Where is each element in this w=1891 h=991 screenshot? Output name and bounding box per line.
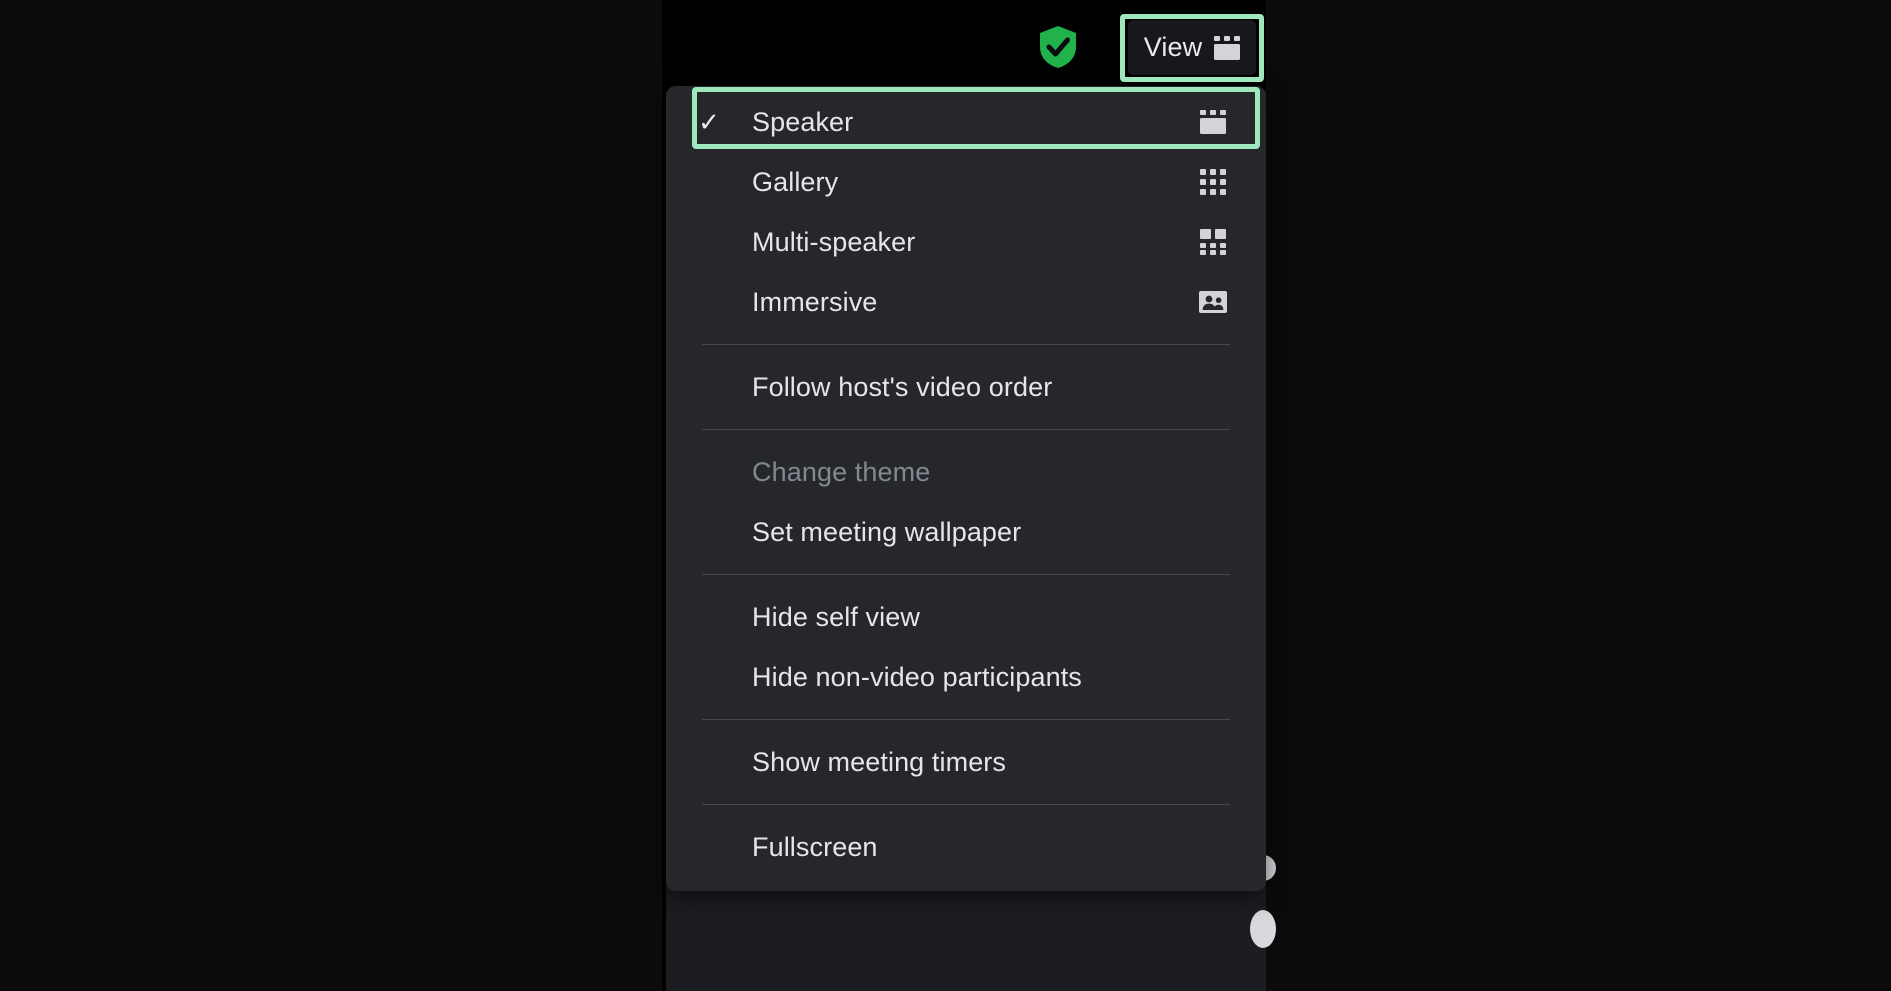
no-icon [1196, 602, 1230, 632]
menu-item-immersive[interactable]: Immersive [666, 272, 1266, 332]
view-button-label: View [1143, 32, 1203, 62]
view-button[interactable]: View [1128, 20, 1256, 75]
menu-item-label: Speaker [752, 106, 854, 137]
menu-item-label: Immersive [752, 286, 878, 317]
menu-item-follow-host-video-order[interactable]: Follow host's video order [666, 357, 1266, 417]
menu-item-label: Change theme [752, 456, 931, 487]
menu-item-change-theme: Change theme [666, 442, 1266, 502]
menu-separator [702, 804, 1230, 805]
multi-speaker-icon [1196, 227, 1230, 257]
shield-check-icon[interactable] [1038, 25, 1078, 69]
menu-separator [702, 429, 1230, 430]
menu-item-label: Follow host's video order [752, 371, 1053, 402]
no-icon [1196, 517, 1230, 547]
video-stage-left-backdrop [0, 0, 662, 991]
no-icon [1196, 457, 1230, 487]
gallery-grid-icon [1196, 167, 1230, 197]
menu-item-show-meeting-timers[interactable]: Show meeting timers [666, 732, 1266, 792]
view-dropdown-menu[interactable]: ✓ Speaker Gallery Multi-speaker Immersiv… [666, 86, 1266, 891]
menu-item-hide-non-video-participants[interactable]: Hide non-video participants [666, 647, 1266, 707]
menu-separator [702, 344, 1230, 345]
menu-separator [702, 574, 1230, 575]
no-icon [1196, 832, 1230, 862]
menu-item-speaker[interactable]: ✓ Speaker [666, 92, 1266, 152]
menu-item-label: Set meeting wallpaper [752, 516, 1022, 547]
menu-item-set-meeting-wallpaper[interactable]: Set meeting wallpaper [666, 502, 1266, 562]
menu-item-label: Hide non-video participants [752, 661, 1082, 692]
no-icon [1196, 372, 1230, 402]
check-icon: ✓ [698, 107, 720, 137]
menu-item-multi-speaker[interactable]: Multi-speaker [666, 212, 1266, 272]
menu-item-label: Fullscreen [752, 831, 878, 862]
menu-item-label: Multi-speaker [752, 226, 916, 257]
no-icon [1196, 747, 1230, 777]
immersive-people-icon [1196, 287, 1230, 317]
video-stage-right-backdrop [1266, 0, 1891, 991]
menu-item-hide-self-view[interactable]: Hide self view [666, 587, 1266, 647]
no-icon [1196, 662, 1230, 692]
menu-item-label: Gallery [752, 166, 839, 197]
menu-separator [702, 719, 1230, 720]
speaker-view-icon [1214, 35, 1241, 60]
menu-item-label: Show meeting timers [752, 746, 1006, 777]
menu-item-gallery[interactable]: Gallery [666, 152, 1266, 212]
menu-item-label: Hide self view [752, 601, 920, 632]
app-root: View ✓ Speaker Gallery Multi-speaker Imm… [0, 0, 1891, 991]
hidden-control-bottom[interactable] [1250, 910, 1276, 948]
menu-item-fullscreen[interactable]: Fullscreen [666, 817, 1266, 877]
speaker-view-icon [1196, 107, 1230, 137]
